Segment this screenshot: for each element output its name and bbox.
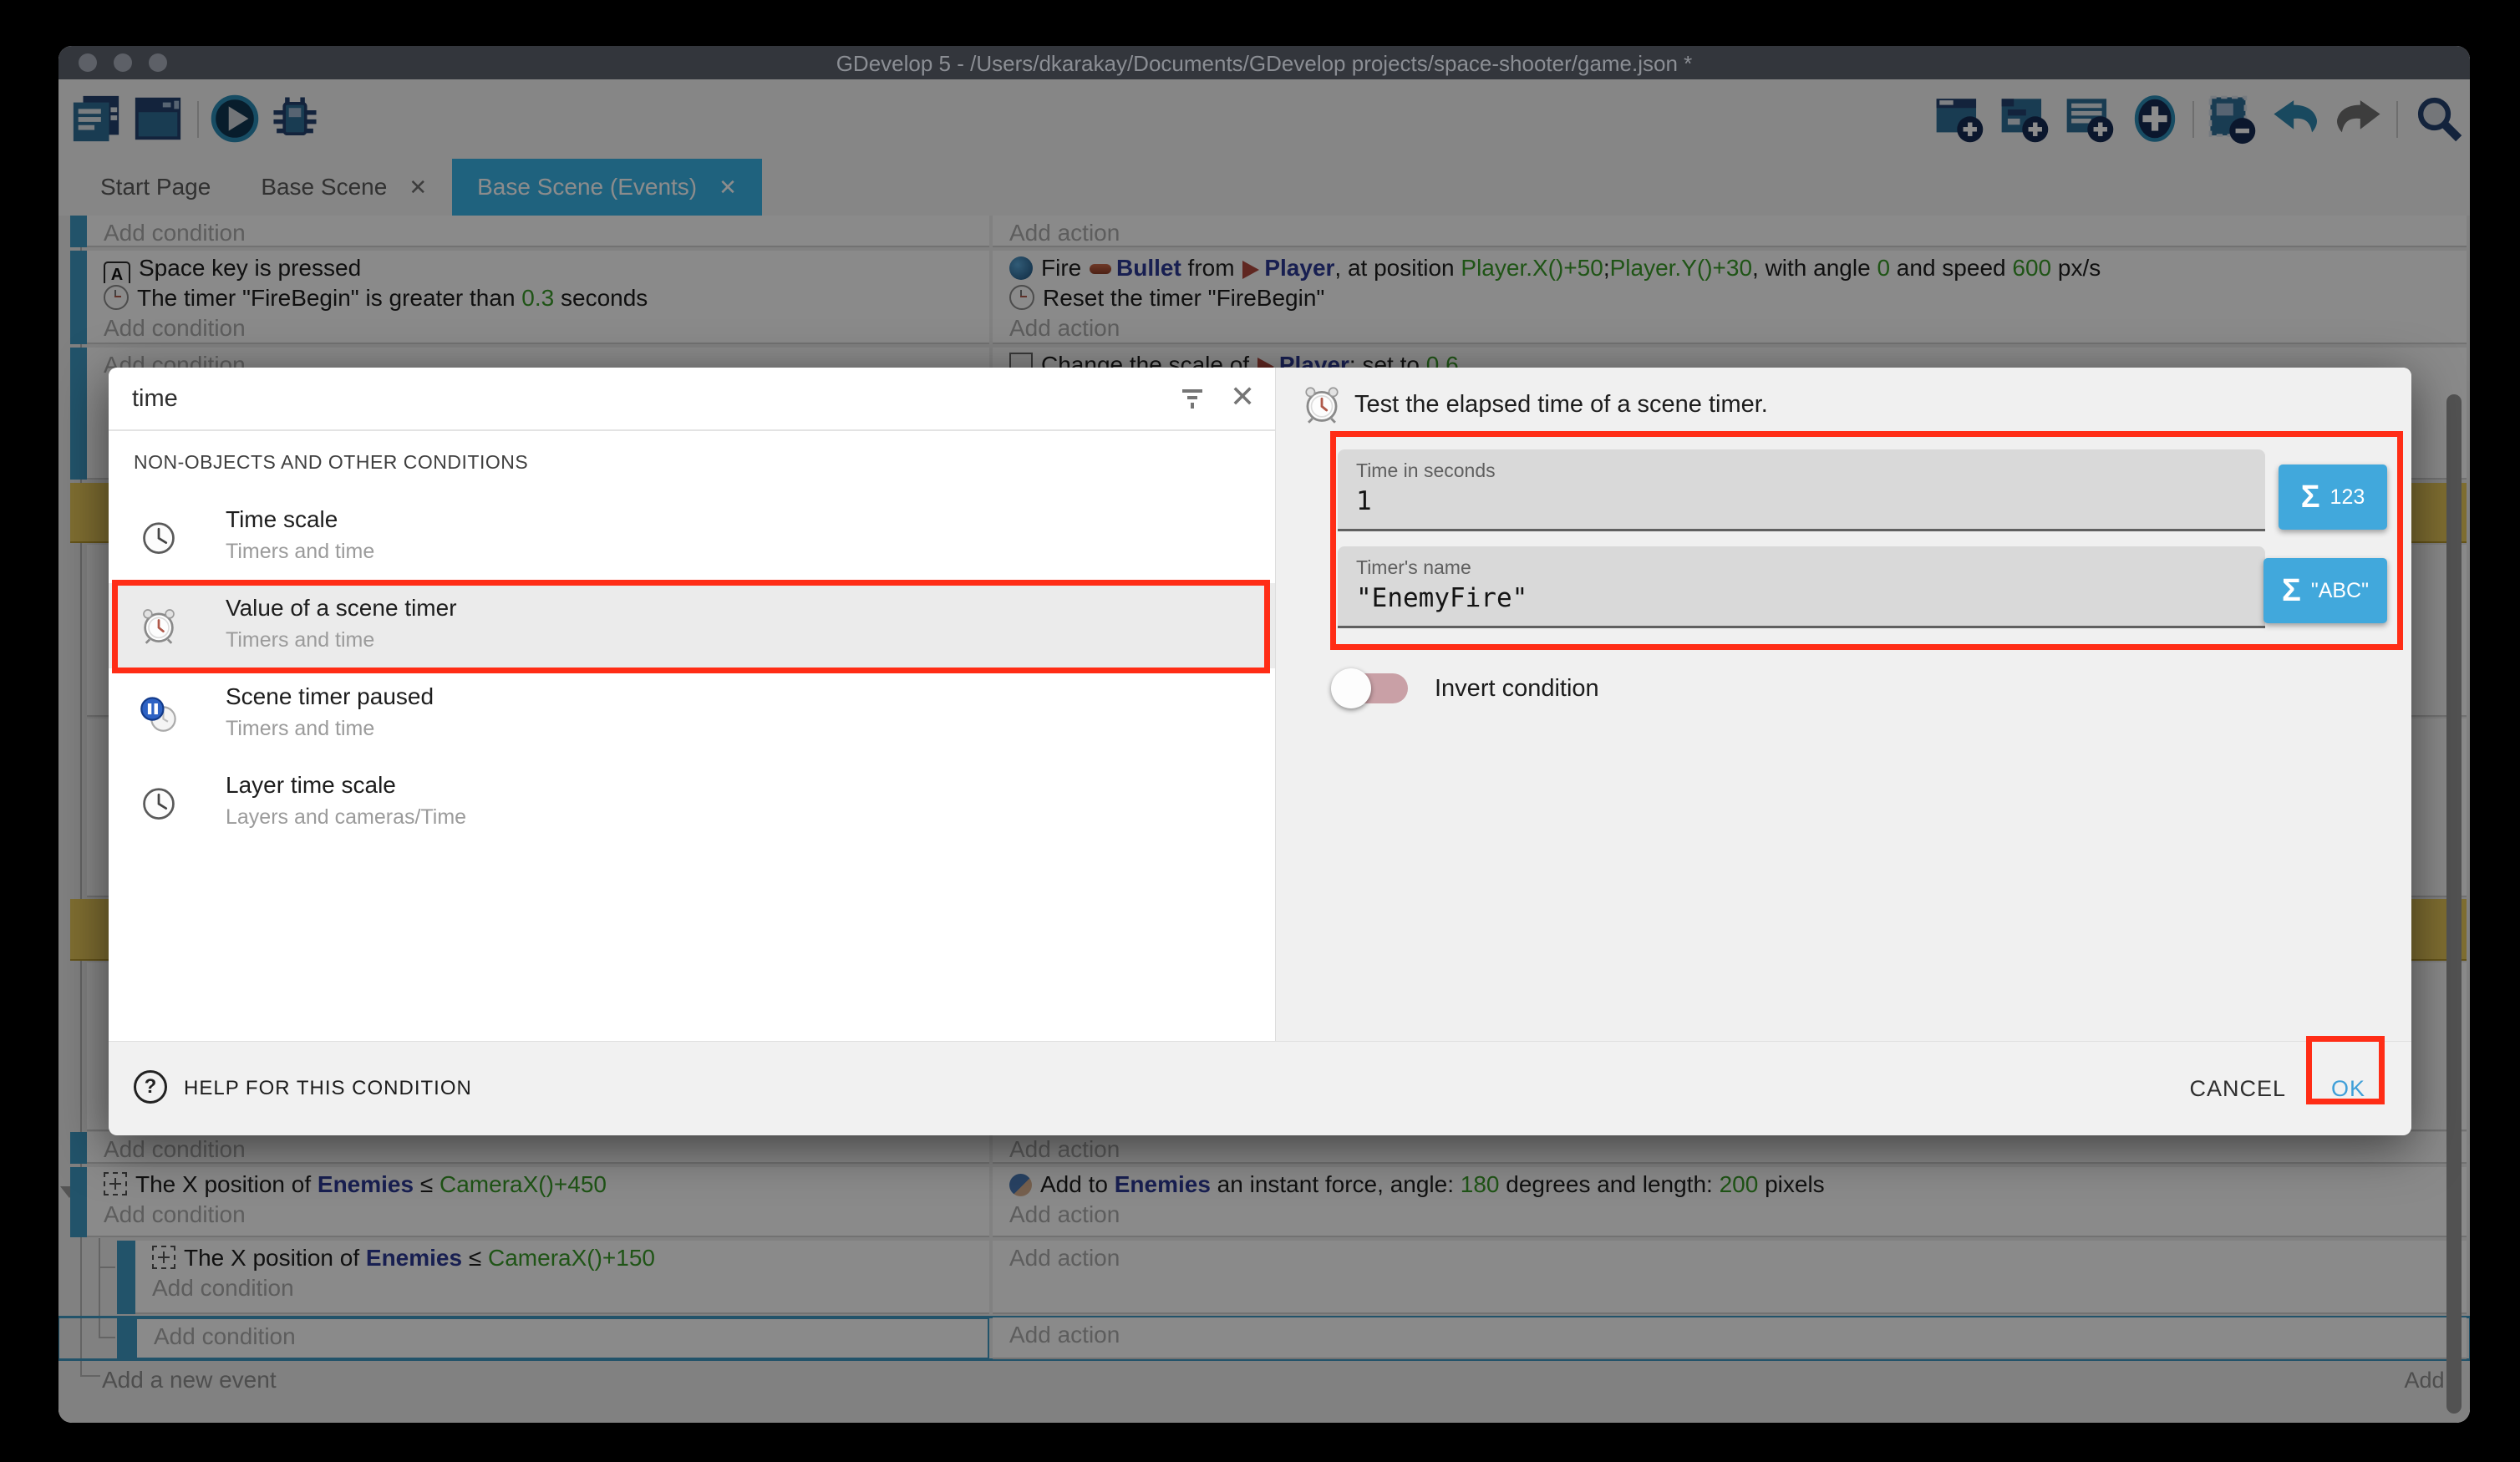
invert-condition-label: Invert condition xyxy=(1435,668,1599,708)
cancel-button[interactable]: CANCEL xyxy=(2189,1042,2286,1135)
list-item-time-scale[interactable]: Time scale Timers and time xyxy=(109,495,1275,580)
list-item-subtitle: Timers and time xyxy=(226,717,374,741)
condition-chooser-panel: time ✕ NON-OBJECTS AND OTHER CONDITIONS … xyxy=(109,368,1275,1041)
help-icon[interactable]: ? xyxy=(134,1070,167,1104)
filter-icon[interactable] xyxy=(1180,386,1205,415)
clear-search-icon[interactable]: ✕ xyxy=(1230,368,1255,429)
window-title: GDevelop 5 - /Users/dkarakay/Documents/G… xyxy=(58,46,2470,79)
dialog-footer: ? HELP FOR THIS CONDITION CANCEL OK xyxy=(109,1041,2411,1135)
annotation-rect-selected-condition xyxy=(112,580,1270,673)
list-item-subtitle: Timers and time xyxy=(226,540,374,564)
list-item-title: Layer time scale xyxy=(226,772,396,799)
list-item-scene-timer-paused[interactable]: Scene timer paused Timers and time xyxy=(109,672,1275,757)
toggle-thumb[interactable] xyxy=(1331,668,1371,708)
clock-icon xyxy=(139,782,179,822)
timer-paused-icon xyxy=(139,693,179,734)
list-item-title: Scene timer paused xyxy=(226,683,434,710)
clock-icon xyxy=(139,516,179,556)
help-link[interactable]: HELP FOR THIS CONDITION xyxy=(184,1042,472,1135)
list-item-title: Time scale xyxy=(226,506,338,533)
search-input[interactable]: time xyxy=(132,368,178,429)
search-bar: time ✕ xyxy=(109,368,1275,431)
instruction-title: Test the elapsed time of a scene timer. xyxy=(1354,391,1768,419)
screen: GDevelop 5 - /Users/dkarakay/Documents/G… xyxy=(0,0,2520,1462)
annotation-rect-ok-button xyxy=(2306,1036,2385,1104)
titlebar: GDevelop 5 - /Users/dkarakay/Documents/G… xyxy=(58,46,2470,79)
annotation-rect-parameters xyxy=(1330,431,2403,650)
section-header: NON-OBJECTS AND OTHER CONDITIONS xyxy=(134,451,528,474)
list-item-subtitle: Layers and cameras/Time xyxy=(226,805,466,830)
alarm-clock-icon xyxy=(1301,383,1343,424)
list-item-layer-time-scale[interactable]: Layer time scale Layers and cameras/Time xyxy=(109,760,1275,845)
